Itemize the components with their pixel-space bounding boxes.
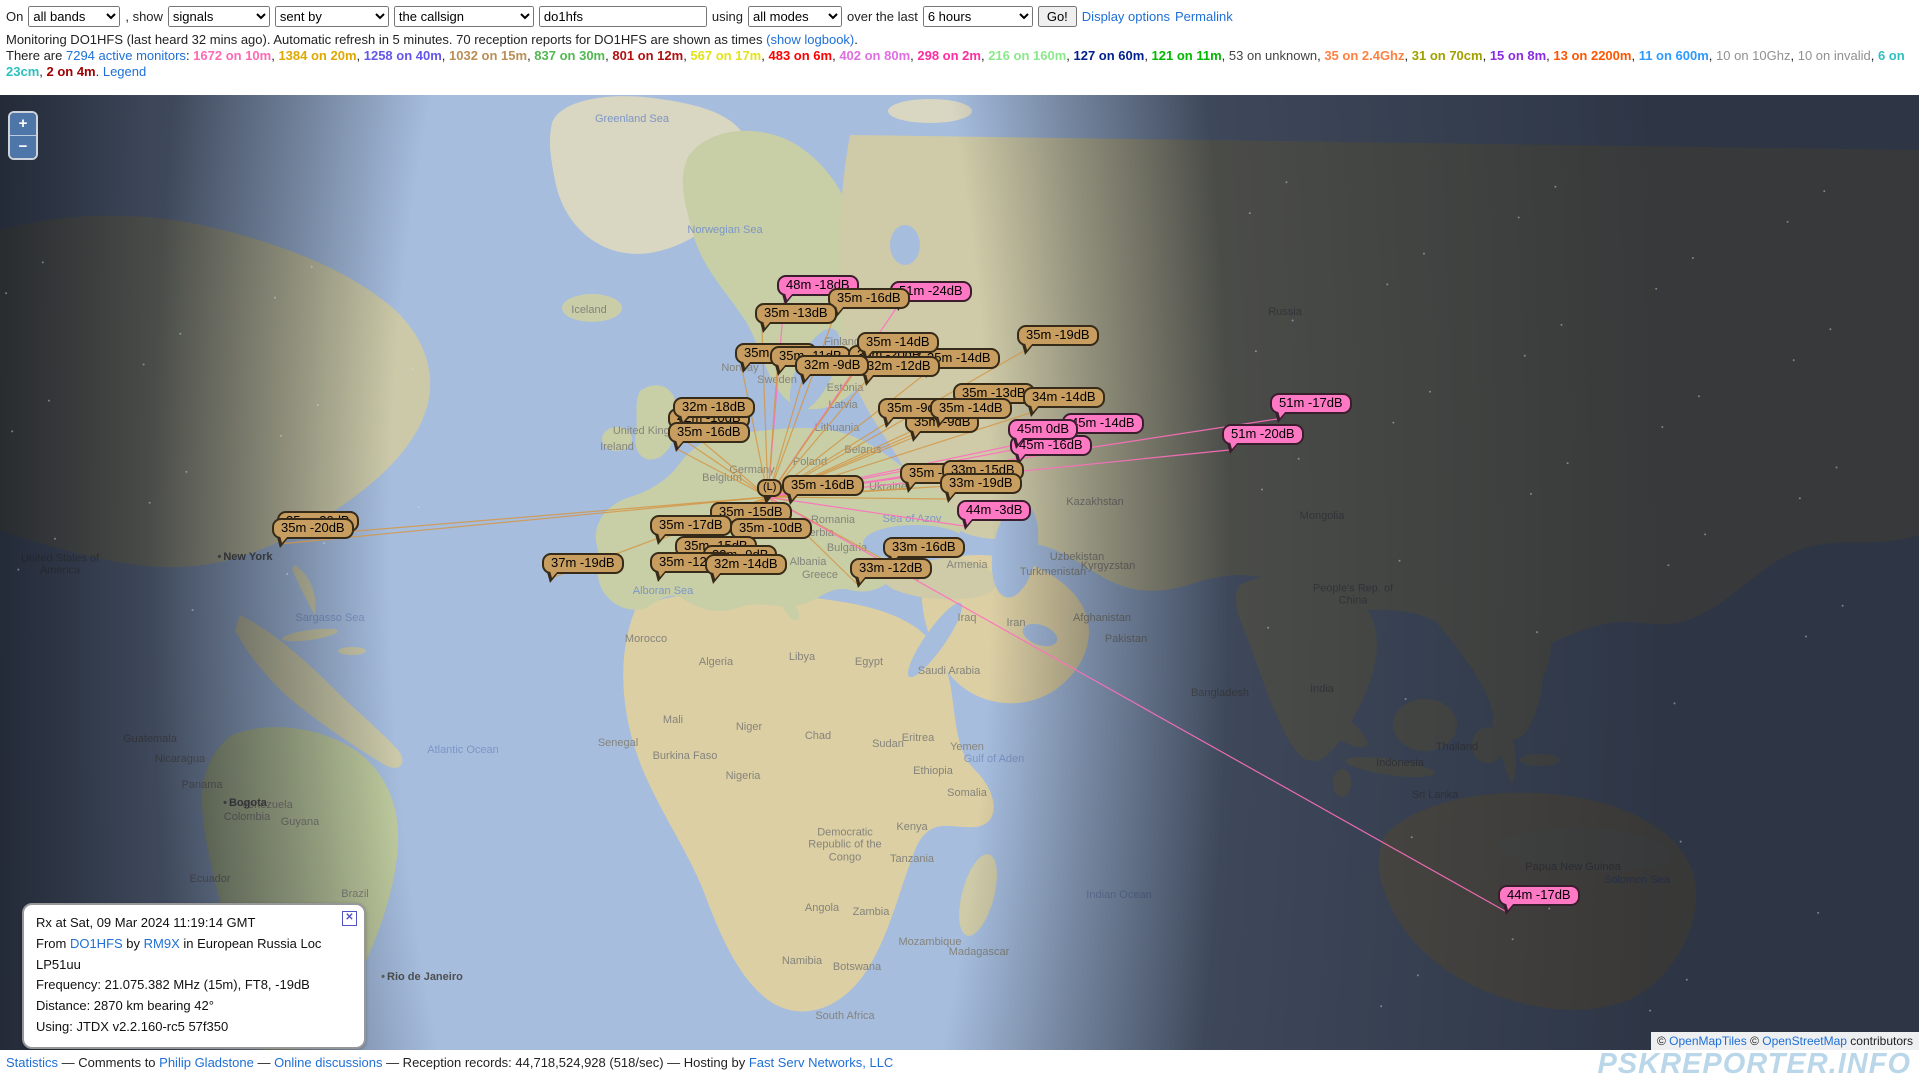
band-count: 402 on 80m xyxy=(839,48,910,63)
footer-bar: Statistics — Comments to Philip Gladston… xyxy=(0,1050,1919,1079)
reception-balloon[interactable]: 35m -14dB xyxy=(857,332,939,353)
reception-balloon[interactable]: 51m -20dB xyxy=(1222,424,1304,445)
reception-info-popup: ✕ Rx at Sat, 09 Mar 2024 11:19:14 GMT Fr… xyxy=(22,903,366,1049)
popup-rx-time: Rx at Sat, 09 Mar 2024 11:19:14 GMT xyxy=(36,913,354,934)
callsign-mode-select[interactable]: the callsign xyxy=(394,6,534,27)
transmitter-marker[interactable]: (L) xyxy=(757,479,782,497)
reception-balloon[interactable]: 33m -12dB xyxy=(850,558,932,579)
band-count: 1032 on 15m xyxy=(449,48,527,63)
reception-balloon[interactable]: 44m -3dB xyxy=(957,500,1031,521)
band-count: 2 on 4m xyxy=(46,64,95,79)
reception-balloon[interactable]: 32m -12dB xyxy=(858,356,940,377)
attribution-link[interactable]: OpenStreetMap xyxy=(1762,1034,1847,1048)
band-count: 483 on 6m xyxy=(768,48,832,63)
reception-balloon[interactable]: 35m -16dB xyxy=(668,422,750,443)
sentby-select[interactable]: sent by xyxy=(275,6,389,27)
map-zoom-control: + − xyxy=(8,111,38,160)
close-icon[interactable]: ✕ xyxy=(342,911,357,926)
band-count: 10 on invalid xyxy=(1798,48,1871,63)
reception-balloon[interactable]: 32m -18dB xyxy=(673,397,755,418)
using-label: using xyxy=(712,9,743,24)
band-count: 15 on 8m xyxy=(1490,48,1546,63)
footer-link[interactable]: Philip Gladstone xyxy=(159,1055,254,1070)
period-select[interactable]: 6 hours xyxy=(923,6,1033,27)
band-count: 121 on 11m xyxy=(1152,48,1222,63)
zoom-in-button[interactable]: + xyxy=(10,113,36,135)
on-label: On xyxy=(6,9,23,24)
footer-link[interactable]: Statistics xyxy=(6,1055,58,1070)
reception-balloon[interactable]: 33m -16dB xyxy=(883,537,965,558)
legend-link[interactable]: Legend xyxy=(103,64,146,79)
by-callsign-link[interactable]: RM9X xyxy=(144,936,180,951)
reception-balloon[interactable]: 32m -14dB xyxy=(705,554,787,575)
reception-balloon[interactable]: 35m -13dB xyxy=(755,303,837,324)
show-logbook-link[interactable]: (show logbook) xyxy=(766,32,854,47)
permalink-link[interactable]: Permalink xyxy=(1175,9,1233,24)
callsign-input[interactable] xyxy=(539,6,707,27)
monitoring-text: Monitoring DO1HFS (last heard 32 mins ag… xyxy=(6,32,766,47)
footer-link[interactable]: Fast Serv Networks, LLC xyxy=(749,1055,894,1070)
overlast-label: over the last xyxy=(847,9,918,24)
band-select[interactable]: all bands xyxy=(28,6,120,27)
band-count: 298 on 2m xyxy=(917,48,981,63)
band-count: 127 on 60m xyxy=(1073,48,1144,63)
query-controls-row: On all bands , show signals sent by the … xyxy=(6,3,1913,29)
band-count: 10 on 10Ghz xyxy=(1716,48,1790,63)
reception-balloon[interactable]: 44m -17dB xyxy=(1498,885,1580,906)
band-count: 801 on 12m xyxy=(612,48,683,63)
footer-link[interactable]: Online discussions xyxy=(274,1055,382,1070)
reception-balloon[interactable]: 35m -19dB xyxy=(1017,325,1099,346)
reception-balloon[interactable]: 35m -17dB xyxy=(650,515,732,536)
pskreporter-watermark: PSKREPORTER.INFO xyxy=(1597,1048,1911,1081)
band-count: 13 on 2200m xyxy=(1553,48,1631,63)
reception-balloon[interactable]: 45m 0dB xyxy=(1008,419,1078,440)
go-button[interactable]: Go! xyxy=(1038,6,1077,27)
modes-select[interactable]: all modes xyxy=(748,6,842,27)
world-map[interactable]: Greenland SeaNorwegian SeaSargasso SeaAt… xyxy=(0,95,1919,1050)
reception-balloon[interactable]: 33m -19dB xyxy=(940,473,1022,494)
popup-using: Using: JTDX v2.2.160-rc5 57f350 xyxy=(36,1017,354,1038)
popup-distance: Distance: 2870 km bearing 42° xyxy=(36,996,354,1017)
band-count: 1672 on 10m xyxy=(193,48,271,63)
band-count: 35 on 2.4Ghz xyxy=(1324,48,1404,63)
band-count: 216 on 160m xyxy=(988,48,1066,63)
band-count: 567 on 17m xyxy=(690,48,761,63)
band-count: 11 on 600m xyxy=(1639,48,1709,63)
reception-balloon[interactable]: 35m -14dB xyxy=(930,398,1012,419)
band-counts: 1672 on 10m, 1384 on 20m, 1258 on 40m, 1… xyxy=(6,48,1905,79)
band-count: 1258 on 40m xyxy=(364,48,442,63)
map-attribution: © OpenMapTiles © OpenStreetMap contribut… xyxy=(1651,1032,1919,1050)
top-toolbar: On all bands , show signals sent by the … xyxy=(0,0,1919,80)
reception-balloon[interactable]: 35m -16dB xyxy=(782,475,864,496)
popup-from-line: From DO1HFS by RM9X in European Russia L… xyxy=(36,934,354,976)
reception-balloon[interactable]: 37m -19dB xyxy=(542,553,624,574)
active-monitors-link[interactable]: 7294 active monitors xyxy=(66,48,186,63)
band-count: 1384 on 20m xyxy=(278,48,356,63)
reception-balloon[interactable]: 35m -20dB xyxy=(272,518,354,539)
monitoring-status-line: Monitoring DO1HFS (last heard 32 mins ag… xyxy=(6,31,1913,48)
from-callsign-link[interactable]: DO1HFS xyxy=(70,936,123,951)
reception-balloon[interactable]: 34m -14dB xyxy=(1023,387,1105,408)
reception-balloon[interactable]: 35m -16dB xyxy=(828,288,910,309)
reception-balloon[interactable]: 32m -9dB xyxy=(795,355,869,376)
active-monitors-line: There are 7294 active monitors: 1672 on … xyxy=(6,48,1911,80)
signals-select[interactable]: signals xyxy=(168,6,270,27)
zoom-out-button[interactable]: − xyxy=(10,135,36,158)
popup-frequency: Frequency: 21.075.382 MHz (15m), FT8, -1… xyxy=(36,975,354,996)
band-count: 837 on 30m xyxy=(534,48,605,63)
show-label: , show xyxy=(125,9,163,24)
band-count: 53 on unknown xyxy=(1229,48,1317,63)
reception-balloon[interactable]: 51m -17dB xyxy=(1270,393,1352,414)
display-options-link[interactable]: Display options xyxy=(1082,9,1170,24)
attribution-link[interactable]: OpenMapTiles xyxy=(1669,1034,1747,1048)
band-count: 31 on 70cm xyxy=(1412,48,1483,63)
